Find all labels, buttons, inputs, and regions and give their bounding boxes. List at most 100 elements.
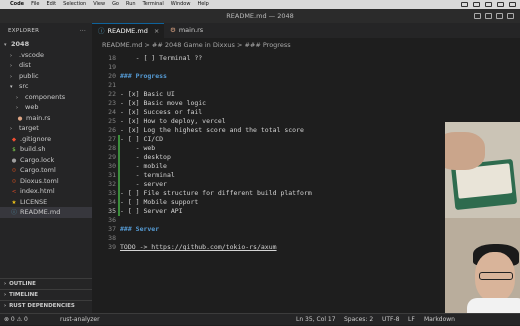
tree-item-cargo-lock[interactable]: ● Cargo.lock xyxy=(0,155,92,166)
breadcrumb-path: README.md > ## 2048 Game in Dixxus > ###… xyxy=(102,41,291,49)
menu-selection[interactable]: Selection xyxy=(63,0,86,9)
tree-item-vscode[interactable]: › .vscode xyxy=(0,50,92,61)
toggle-sidebar-icon[interactable] xyxy=(474,13,481,19)
code-line[interactable]: 21 xyxy=(92,81,520,90)
tree-item-license[interactable]: ★ LICENSE xyxy=(0,197,92,208)
tree-item-src[interactable]: ▾ src xyxy=(0,81,92,92)
encoding[interactable]: UTF-8 xyxy=(382,314,400,326)
tab-readme-label: README.md xyxy=(107,27,148,35)
menu-window[interactable]: Window xyxy=(171,0,191,9)
tree-item-public[interactable]: › public xyxy=(0,71,92,82)
section-rust-dependencies-label: RUST DEPENDENCIES xyxy=(9,303,75,309)
code-line[interactable]: 24 - [x] Success or fail xyxy=(92,108,520,117)
line-text: - web xyxy=(120,144,156,152)
toggle-panel-icon[interactable] xyxy=(485,13,492,19)
hand-image xyxy=(445,132,485,170)
customize-layout-icon[interactable] xyxy=(507,13,514,19)
line-number: 28 xyxy=(108,144,116,152)
line-text: ### Progress xyxy=(120,72,167,80)
tree-item-label: src xyxy=(19,82,29,90)
tree-item-index-html[interactable]: < index.html xyxy=(0,186,92,197)
status-icon[interactable] xyxy=(461,2,468,7)
close-icon[interactable]: × xyxy=(154,27,159,35)
tree-item-readme-md[interactable]: ⓘ README.md xyxy=(0,207,92,218)
line-number: 19 xyxy=(108,63,116,71)
indentation[interactable]: Spaces: 2 xyxy=(344,314,373,326)
tree-item-label: index.html xyxy=(20,187,55,195)
section-outline-label: OUTLINE xyxy=(9,281,36,287)
rust-analyzer-status[interactable]: rust-analyzer xyxy=(60,314,100,326)
code-line[interactable]: 23 - [x] Basic move logic xyxy=(92,99,520,108)
code-line[interactable]: 22 - [x] Basic UI xyxy=(92,90,520,99)
window-title: README.md — 2048 xyxy=(226,12,294,20)
tree-item-label: Dioxus.toml xyxy=(20,176,59,185)
line-text: - [x] Success or fail xyxy=(120,108,203,116)
git-change-marker xyxy=(118,171,120,180)
explorer-sidebar: EXPLORER ··· ▾ 2048 › .vscode › dist › public ▾… xyxy=(0,23,92,313)
section-timeline[interactable]: › TIMELINE xyxy=(0,289,92,300)
tree-root-folder[interactable]: ▾ 2048 xyxy=(0,39,92,50)
code-line[interactable]: 18 - [ ] Terminal ?? xyxy=(92,54,520,63)
menu-code[interactable]: Code xyxy=(10,0,24,9)
wifi-icon[interactable] xyxy=(485,2,492,7)
tree-item-dist[interactable]: › dist xyxy=(0,60,92,71)
tree-item-label: .gitignore xyxy=(20,134,52,143)
tree-item-label: dist xyxy=(19,61,31,69)
code-line[interactable]: 19 xyxy=(92,63,520,72)
eol[interactable]: LF xyxy=(408,314,415,326)
line-text: ### Server xyxy=(120,225,160,233)
problems-indicator[interactable]: ⊗ 0 ⚠ 0 xyxy=(4,314,28,326)
tree-item-label: LICENSE xyxy=(20,197,48,206)
breadcrumb[interactable]: README.md > ## 2048 Game in Dixxus > ###… xyxy=(92,38,520,52)
tree-item-dioxus-toml[interactable]: ⚙ Dioxus.toml xyxy=(0,176,92,187)
git-change-marker xyxy=(118,153,120,162)
tab-main-rs-label: main.rs xyxy=(178,26,204,34)
more-actions-icon[interactable]: ··· xyxy=(80,23,86,39)
control-center-icon[interactable] xyxy=(509,2,516,7)
menu-go[interactable]: Go xyxy=(112,0,119,9)
menu-view[interactable]: View xyxy=(93,0,105,9)
tree-item-web[interactable]: › web xyxy=(0,102,92,113)
code-line[interactable]: 20 ### Progress xyxy=(92,72,520,81)
layout-controls xyxy=(474,9,514,23)
line-text: - [x] How to deploy, vercel xyxy=(120,117,226,125)
macos-menubar: Code File Edit Selection View Go Run Ter… xyxy=(0,0,520,9)
editor-tabs: ⓘ README.md × ⚙ main.rs xyxy=(92,23,520,38)
line-number: 26 xyxy=(108,126,116,134)
menu-terminal[interactable]: Terminal xyxy=(143,0,164,9)
file-tree: › .vscode › dist › public ▾ src › components › web ●… xyxy=(0,50,92,218)
line-text: - server xyxy=(120,180,167,188)
menu-run[interactable]: Run xyxy=(126,0,136,9)
tree-item-main-rs[interactable]: ● main.rs xyxy=(0,113,92,124)
line-text: - [ ] Server API xyxy=(120,207,183,215)
tree-item-build-sh[interactable]: $ build.sh xyxy=(0,144,92,155)
line-text: - terminal xyxy=(120,171,175,179)
tree-item-cargo-toml[interactable]: ⚙ Cargo.toml xyxy=(0,165,92,176)
tree-item-components[interactable]: › components xyxy=(0,92,92,103)
line-number: 27 xyxy=(108,135,116,143)
line-number: 22 xyxy=(108,90,116,98)
tab-readme[interactable]: ⓘ README.md × xyxy=(92,23,164,38)
cursor-position[interactable]: Ln 35, Col 17 xyxy=(296,314,336,326)
git-change-marker xyxy=(118,135,120,144)
section-outline[interactable]: › OUTLINE xyxy=(0,278,92,289)
line-number: 32 xyxy=(108,180,116,188)
section-rust-dependencies[interactable]: › RUST DEPENDENCIES xyxy=(0,300,92,311)
tree-item-gitignore[interactable]: ◆ .gitignore xyxy=(0,134,92,145)
person-glasses xyxy=(479,272,513,280)
line-text: - [x] Basic move logic xyxy=(120,99,207,107)
language-mode[interactable]: Markdown xyxy=(424,314,455,326)
tree-item-label: build.sh xyxy=(20,145,46,153)
battery-icon[interactable] xyxy=(497,2,504,7)
toggle-secondary-sidebar-icon[interactable] xyxy=(496,13,503,19)
line-text: - mobile xyxy=(120,162,167,170)
menu-help[interactable]: Help xyxy=(197,0,208,9)
status-icon[interactable] xyxy=(473,2,480,7)
menu-file[interactable]: File xyxy=(31,0,39,9)
menu-edit[interactable]: Edit xyxy=(46,0,56,9)
window-titlebar: README.md — 2048 xyxy=(0,9,520,23)
tree-item-label: README.md xyxy=(20,208,61,216)
tree-item-target[interactable]: › target xyxy=(0,123,92,134)
line-number: 37 xyxy=(108,225,116,233)
tab-main-rs[interactable]: ⚙ main.rs xyxy=(164,23,224,38)
